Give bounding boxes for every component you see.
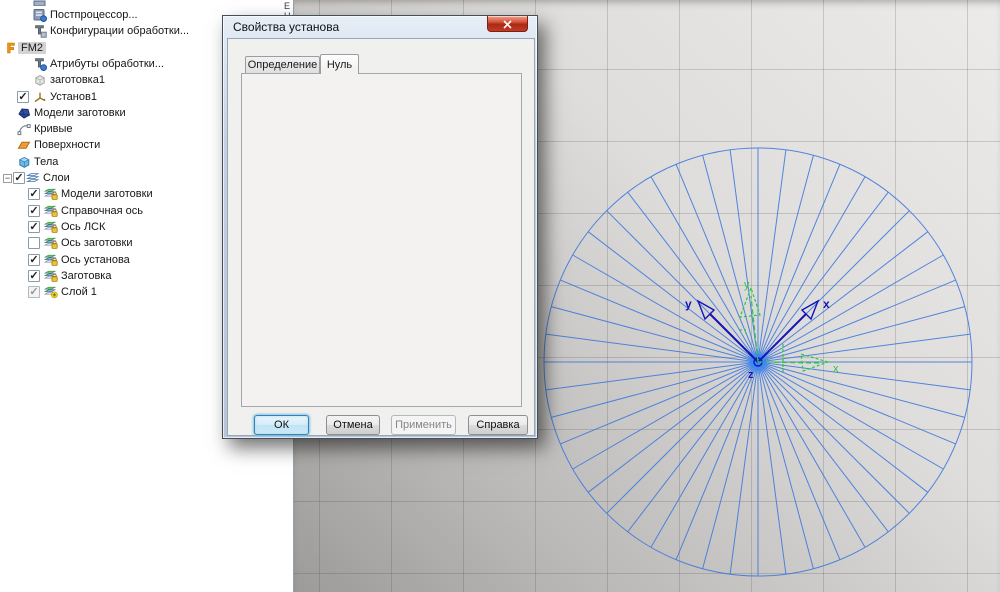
- clipped-icon: [33, 0, 47, 6]
- tree-item-checkbox[interactable]: ✓: [28, 270, 40, 282]
- layer-lock-icon: [44, 187, 58, 201]
- tree-item-checkbox[interactable]: ✓: [28, 286, 40, 298]
- tree-item-label: Ось установа: [61, 254, 130, 266]
- tree-item-checkbox[interactable]: ✓: [28, 205, 40, 217]
- layer-lock-icon: [44, 253, 58, 267]
- tree-item-label: заготовка1: [50, 74, 105, 86]
- fm2-icon: [4, 41, 18, 55]
- layers-icon: [26, 171, 40, 185]
- tree-item-label: Конфигурации обработки...: [50, 25, 189, 37]
- tree-item-label: Ось ЛСК: [61, 221, 105, 233]
- tree-item-checkbox[interactable]: ✓: [28, 221, 40, 233]
- tree-item[interactable]: [0, 0, 293, 7]
- tree-item-label: Ось заготовки: [61, 237, 132, 249]
- tree-item-label: FM2: [18, 42, 46, 54]
- tab-zero[interactable]: Нуль: [320, 54, 359, 74]
- ok-button[interactable]: ОК: [254, 415, 309, 435]
- tree-item-label: Установ1: [50, 91, 97, 103]
- tree-item-label: Слой 1: [61, 286, 97, 298]
- stock-models-icon: [17, 106, 31, 120]
- layer-plus-icon: [44, 285, 58, 299]
- tree-item-label: Заготовка: [61, 270, 111, 282]
- tree-item-checkbox[interactable]: ✓: [28, 188, 40, 200]
- layer-lock-icon: [44, 220, 58, 234]
- tab-definition[interactable]: Определение: [245, 56, 320, 73]
- tab-page-zero: [241, 73, 522, 407]
- layer-lock-icon: [44, 204, 58, 218]
- tree-item-label: Справочная ось: [61, 205, 143, 217]
- tree-item-label: Постпроцессор...: [50, 9, 138, 21]
- tree-item-checkbox[interactable]: [28, 237, 40, 249]
- dialog-titlebar[interactable]: Свойства установа: [223, 16, 537, 38]
- tree-item-label: Поверхности: [34, 139, 100, 151]
- close-button[interactable]: [487, 16, 528, 32]
- cancel-button[interactable]: Отмена: [326, 415, 380, 435]
- tree-item-label: Слои: [43, 172, 70, 184]
- tree-item-checkbox[interactable]: ✓: [13, 172, 25, 184]
- curves-icon: [17, 122, 31, 136]
- stock-blank-icon: [33, 73, 47, 87]
- panel-strip-letter: E: [284, 1, 290, 11]
- help-button[interactable]: Справка: [468, 415, 528, 435]
- attributes-icon: [33, 57, 47, 71]
- tree-item-label: Модели заготовки: [34, 107, 126, 119]
- solids-icon: [17, 155, 31, 169]
- setup-axis-icon: [33, 90, 47, 104]
- tree-item-checkbox[interactable]: ✓: [28, 254, 40, 266]
- tree-item-checkbox[interactable]: ✓: [17, 91, 29, 103]
- configurations-icon: [33, 24, 47, 38]
- layer-lock-icon: [44, 236, 58, 250]
- tree-item-label: Модели заготовки: [61, 188, 153, 200]
- postprocessor-icon: [33, 8, 47, 22]
- tree-item-label: Тела: [34, 156, 58, 168]
- tree-item-label: Кривые: [34, 123, 73, 135]
- close-icon: [503, 20, 512, 29]
- tree-collapse-icon[interactable]: −: [3, 174, 12, 183]
- layer-lock-icon: [44, 269, 58, 283]
- setup-properties-dialog: Свойства установа Определение Нуль Базир…: [222, 15, 538, 439]
- surfaces-icon: [17, 138, 31, 152]
- apply-button: Применить: [391, 415, 456, 435]
- tree-item-label: Атрибуты обработки...: [50, 58, 164, 70]
- dialog-title: Свойства установа: [233, 20, 339, 34]
